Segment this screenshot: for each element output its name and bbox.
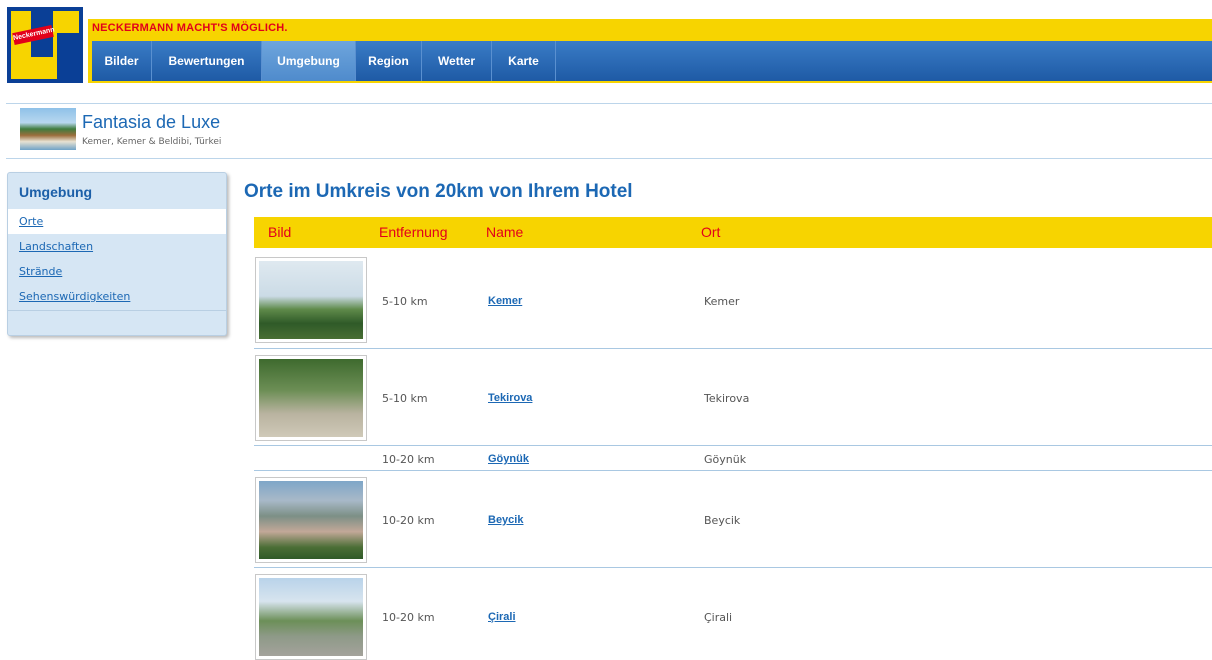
row-name-link[interactable]: Tekirova xyxy=(488,392,532,404)
sidebar-footer-line xyxy=(8,310,226,311)
row-ort: Çirali xyxy=(704,611,733,624)
slogan: NECKERMANN MACHT'S MÖGLICH. xyxy=(92,22,288,34)
column-header-name: Name xyxy=(486,224,524,240)
hotel-name: Fantasia de Luxe xyxy=(82,112,221,132)
sidebar-title: Umgebung xyxy=(19,184,93,200)
sidebar-item-landschaften[interactable]: Landschaften xyxy=(8,234,226,259)
row-ort: Tekirova xyxy=(704,392,750,405)
logo-n-gap2 xyxy=(57,33,79,79)
nav-tab-bewertungen[interactable]: Bewertungen xyxy=(152,41,262,81)
row-distance: 10-20 km xyxy=(382,611,435,624)
road-photo-icon xyxy=(259,578,363,656)
nav-tab-wetter[interactable]: Wetter xyxy=(422,41,492,81)
column-header-bild: Bild xyxy=(268,224,292,240)
forest-path-photo-icon xyxy=(259,359,363,437)
divider-bottom xyxy=(6,158,1212,159)
table-row: 10-20 km Göynük Göynük xyxy=(254,446,1212,471)
sidebar-item-orte[interactable]: Orte xyxy=(8,209,226,234)
row-name-link[interactable]: Beycik xyxy=(488,514,523,526)
nav-tab-karte[interactable]: Karte xyxy=(492,41,556,81)
sidebar-item-sehenswuerdigkeiten[interactable]: Sehenswürdigkeiten xyxy=(8,284,226,309)
row-ort: Beycik xyxy=(704,514,741,527)
table-row: 10-20 km Çirali Çirali xyxy=(254,568,1212,660)
row-name-link[interactable]: Çirali xyxy=(488,611,516,623)
table-row: 5-10 km Kemer Kemer xyxy=(254,251,1212,349)
row-ort: Göynük xyxy=(704,453,747,466)
divider-top xyxy=(6,103,1212,104)
row-distance: 10-20 km xyxy=(382,514,435,527)
row-name-link[interactable]: Kemer xyxy=(488,295,522,307)
page-title: Orte im Umkreis von 20km von Ihrem Hotel xyxy=(244,181,633,202)
nav-tab-region[interactable]: Region xyxy=(356,41,422,81)
column-header-ort: Ort xyxy=(701,224,721,240)
table-row: 10-20 km Beycik Beycik xyxy=(254,471,1212,568)
nav-tab-bilder[interactable]: Bilder xyxy=(92,41,152,81)
row-image-beycik[interactable] xyxy=(255,477,367,563)
column-header-entfernung: Entfernung xyxy=(379,224,448,240)
row-distance: 5-10 km xyxy=(382,392,428,405)
nav-tab-umgebung[interactable]: Umgebung xyxy=(262,41,356,81)
main-nav: Bilder Bewertungen Umgebung Region Wette… xyxy=(92,41,1212,81)
row-image-cirali[interactable] xyxy=(255,574,367,660)
table-header: Bild Entfernung Name Ort xyxy=(254,217,1212,248)
row-image-kemer[interactable] xyxy=(255,257,367,343)
sidebar-item-straende[interactable]: Strände xyxy=(8,259,226,284)
row-distance: 10-20 km xyxy=(382,453,435,466)
row-distance: 5-10 km xyxy=(382,295,428,308)
hotel-thumbnail[interactable] xyxy=(20,108,76,150)
sidebar: Umgebung Orte Landschaften Strände Sehen… xyxy=(7,172,227,336)
row-image-tekirova[interactable] xyxy=(255,355,367,441)
minaret-photo-icon xyxy=(259,261,363,339)
neckermann-logo[interactable]: Neckermann xyxy=(7,7,83,83)
table-row: 5-10 km Tekirova Tekirova xyxy=(254,349,1212,446)
row-ort: Kemer xyxy=(704,295,740,308)
row-name-link[interactable]: Göynük xyxy=(488,453,529,465)
mountain-photo-icon xyxy=(259,481,363,559)
hotel-location: Kemer, Kemer & Beldibi, Türkei xyxy=(82,137,222,147)
